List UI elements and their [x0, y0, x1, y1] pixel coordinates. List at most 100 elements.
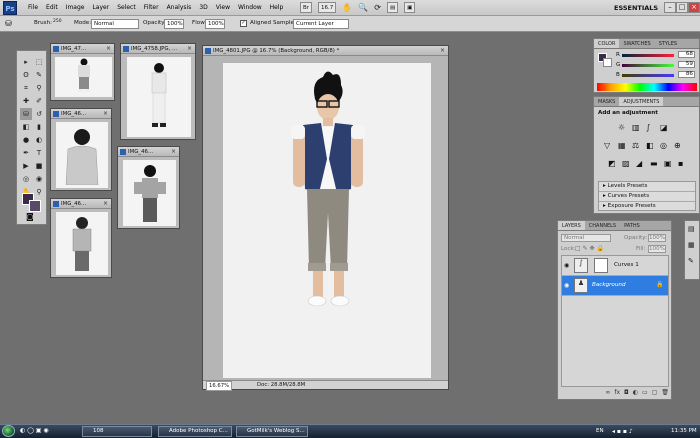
adjust-more-icon[interactable]: ▪ — [678, 159, 690, 168]
close-icon[interactable]: × — [102, 110, 109, 117]
fill-field[interactable]: 100% — [648, 245, 666, 253]
tab-styles[interactable]: STYLES — [655, 39, 681, 48]
layers-dock-icon[interactable]: ▤ — [688, 225, 695, 233]
quick-mask-icon[interactable]: ◙ — [26, 212, 34, 221]
menu-file[interactable]: File — [24, 0, 42, 16]
selective-color-icon[interactable]: ▣ — [664, 159, 676, 168]
main-canvas[interactable] — [223, 63, 431, 378]
dodge-tool-icon[interactable]: ◐ — [33, 134, 45, 146]
menu-image[interactable]: Image — [62, 0, 89, 16]
menu-filter[interactable]: Filter — [140, 0, 163, 16]
layer-name[interactable]: Curves 1 — [614, 262, 639, 268]
link-layers-icon[interactable]: ∞ — [605, 389, 610, 398]
lasso-tool-icon[interactable]: ʘ — [20, 69, 32, 81]
invert-icon[interactable]: ◩ — [608, 159, 620, 168]
new-group-icon[interactable]: ▭ — [642, 389, 648, 398]
taskbar-item-browser[interactable]: GotMilk's Weblog S... — [236, 426, 308, 437]
3d-rotate-icon[interactable]: ◎ — [20, 173, 32, 185]
close-icon[interactable]: × — [102, 200, 109, 207]
paths-dock-icon[interactable]: ✎ — [688, 257, 694, 265]
taskbar-item-folder[interactable]: 108 — [82, 426, 152, 437]
menu-help[interactable]: Help — [266, 0, 288, 16]
blur-tool-icon[interactable]: ● — [20, 134, 32, 146]
doc-info[interactable]: Doc: 28.8M/28.8M — [257, 381, 305, 389]
zoom-level-field[interactable]: 16.7 — [318, 2, 337, 13]
quick-select-tool-icon[interactable]: ✎ — [33, 69, 45, 81]
color-balance-icon[interactable]: ⚖ — [632, 141, 644, 150]
zoom-percent-field[interactable]: 16.67% — [206, 381, 233, 391]
photo-filter-icon[interactable]: ◎ — [660, 141, 672, 150]
tab-swatches[interactable]: SWATCHES — [619, 39, 654, 48]
layer-row-background[interactable]: ◉ ♟ Background 🔒 — [562, 276, 668, 296]
visibility-eye-icon[interactable]: ◉ — [564, 282, 569, 289]
shape-tool-icon[interactable]: ■ — [33, 160, 45, 172]
start-button[interactable] — [2, 425, 15, 437]
document-window-3[interactable]: IMG_46... × — [50, 108, 112, 191]
g-slider[interactable] — [622, 64, 674, 67]
menu-view[interactable]: View — [212, 0, 234, 16]
screen-mode-icon[interactable]: ▣ — [404, 2, 416, 13]
layer-row-curves[interactable]: ◉ ∫ Curves 1 — [562, 256, 668, 276]
menu-3d[interactable]: 3D — [195, 0, 211, 16]
menu-edit[interactable]: Edit — [42, 0, 62, 16]
color-ramp[interactable] — [597, 83, 697, 91]
menu-analysis[interactable]: Analysis — [163, 0, 196, 16]
preset-curves[interactable]: ▸ Curves Presets — [599, 192, 695, 202]
gradient-tool-icon[interactable]: ▮ — [33, 121, 45, 133]
arrange-documents-icon[interactable]: ▤ — [386, 2, 399, 13]
move-tool-icon[interactable]: ▸ — [20, 56, 32, 68]
crop-tool-icon[interactable]: ⌗ — [20, 82, 32, 94]
vibrance-icon[interactable]: ▽ — [604, 141, 616, 150]
tab-color[interactable]: COLOR — [594, 39, 620, 48]
background-color-swatch[interactable] — [29, 200, 41, 212]
pen-tool-icon[interactable]: ✒ — [20, 147, 32, 159]
tab-adjustments[interactable]: ADJUSTMENTS — [619, 97, 664, 106]
levels-icon[interactable]: ▥ — [632, 123, 644, 132]
exposure-icon[interactable]: ◪ — [660, 123, 672, 132]
hue-sat-icon[interactable]: ▦ — [618, 141, 630, 150]
close-icon[interactable]: × — [186, 45, 193, 52]
workspace-switcher[interactable]: ESSENTIALS — [614, 1, 658, 15]
tab-paths[interactable]: PATHS — [620, 221, 644, 230]
quick-launch-icons[interactable]: ◐ ◯ ▣ ◉ — [20, 427, 49, 434]
preset-levels[interactable]: ▸ Levels Presets — [599, 182, 695, 192]
visibility-eye-icon[interactable]: ◉ — [564, 262, 569, 269]
bw-icon[interactable]: ◧ — [646, 141, 658, 150]
new-adjustment-icon[interactable]: ◐ — [633, 389, 638, 398]
color-bg-swatch[interactable] — [603, 58, 612, 67]
bridge-icon[interactable]: Br — [300, 2, 313, 13]
path-select-icon[interactable]: ▶ — [20, 160, 32, 172]
preset-exposure[interactable]: ▸ Exposure Presets — [599, 202, 695, 211]
menu-layer[interactable]: Layer — [88, 0, 113, 16]
zoom-icon[interactable]: 🔍 — [358, 3, 368, 12]
document-window-4[interactable]: IMG_46... × — [117, 146, 180, 229]
type-tool-icon[interactable]: T — [33, 147, 45, 159]
sample-select[interactable]: Current Layer — [293, 19, 349, 29]
clone-stamp-icon[interactable]: ⛁ — [20, 108, 32, 120]
aligned-checkbox[interactable]: ✓ — [240, 20, 247, 27]
tab-channels[interactable]: CHANNELS — [585, 221, 620, 230]
zoom-tool-icon[interactable]: ⚲ — [33, 186, 45, 198]
close-icon[interactable]: × — [439, 47, 446, 54]
hand-icon[interactable]: ✋ — [342, 3, 352, 12]
tab-layers[interactable]: LAYERS — [558, 221, 585, 230]
3d-orbit-icon[interactable]: ◉ — [33, 173, 45, 185]
rotate-view-icon[interactable]: ⟳ — [374, 3, 381, 12]
close-icon[interactable]: × — [170, 148, 177, 155]
channel-mixer-icon[interactable]: ⊕ — [674, 141, 686, 150]
channels-dock-icon[interactable]: ▦ — [688, 241, 695, 249]
b-slider[interactable] — [622, 74, 674, 77]
mode-select[interactable]: Normal — [91, 19, 139, 29]
blend-mode-select[interactable]: Normal — [561, 234, 611, 242]
tray-icons[interactable]: ◂ ▪ ▪ ♪ — [612, 428, 633, 435]
main-document-window[interactable]: IMG_4801.JPG @ 16.7% (Background, RGB/8)… — [202, 45, 449, 391]
gradient-map-icon[interactable]: ▬ — [650, 159, 662, 168]
taskbar-item-photoshop[interactable]: Adobe Photoshop C... — [158, 426, 232, 437]
new-layer-icon[interactable]: ▢ — [652, 389, 658, 398]
layer-opacity-field[interactable]: 100% — [648, 234, 666, 242]
document-window-1[interactable]: IMG_47... × — [50, 43, 115, 101]
eraser-tool-icon[interactable]: ◧ — [20, 121, 32, 133]
marquee-tool-icon[interactable]: ⬚ — [33, 56, 45, 68]
menu-window[interactable]: Window — [234, 0, 266, 16]
clone-stamp-tool-icon[interactable]: ⛁ — [5, 19, 12, 28]
